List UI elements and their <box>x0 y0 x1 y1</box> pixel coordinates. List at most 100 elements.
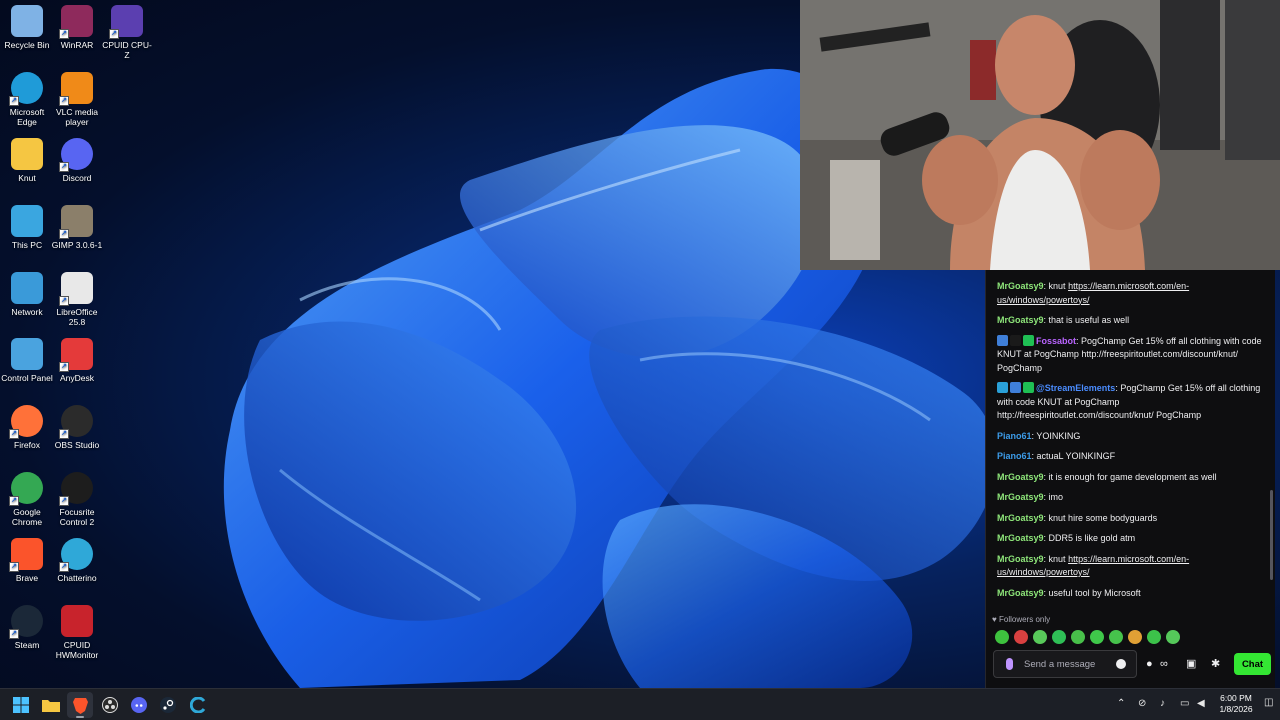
desktop-icon-monitor[interactable]: This PC <box>0 205 54 250</box>
chat-badge-icon[interactable] <box>997 334 1008 346</box>
store-icon[interactable]: ▣ <box>1186 659 1196 670</box>
shortcut-arrow-icon: ↗ <box>59 429 69 439</box>
chat-badge-icon[interactable] <box>1023 334 1034 346</box>
chatterino-icon <box>190 697 206 713</box>
chat-username[interactable]: MrGoatsy9 <box>997 472 1044 482</box>
emote-icon[interactable] <box>1052 630 1066 644</box>
taskbar-start-button[interactable] <box>8 692 34 718</box>
webcam-overlay <box>800 0 1280 270</box>
chat-username[interactable]: MrGoatsy9 <box>997 281 1044 291</box>
taskbar-discord-button[interactable] <box>126 692 152 718</box>
chat-username[interactable]: Piano61 <box>997 431 1032 441</box>
gear-icon[interactable]: ✱ <box>1211 659 1220 670</box>
emote-picker-icon[interactable] <box>1116 659 1126 669</box>
taskbar-brave-button[interactable] <box>67 692 93 718</box>
chat-message: Piano61: YOINKING <box>997 430 1266 444</box>
network-tray-icon[interactable]: ⊘ <box>1138 699 1146 709</box>
desktop-icon-gimp[interactable]: ↗ GIMP 3.0.6-1 <box>50 205 104 250</box>
emote-icon[interactable] <box>1128 630 1142 644</box>
microphone-tray-icon[interactable]: ♪ <box>1160 699 1165 709</box>
chat-send-button[interactable]: Chat <box>1234 653 1271 675</box>
chat-username[interactable]: Fossabot <box>1036 336 1076 346</box>
chat-username[interactable]: MrGoatsy9 <box>997 315 1044 325</box>
taskbar-obs-button[interactable] <box>97 692 123 718</box>
desktop-icon-label: Recycle Bin <box>4 40 50 50</box>
chat-badge-icon[interactable] <box>1010 334 1021 346</box>
desktop-icon-firefox[interactable]: ↗ Firefox <box>0 405 54 450</box>
chat-username[interactable]: @StreamElements <box>1036 383 1115 393</box>
chat-username[interactable]: MrGoatsy9 <box>997 513 1044 523</box>
desktop-icon-chatterino[interactable]: ↗ Chatterino <box>50 538 104 583</box>
monitor-icon <box>11 205 43 237</box>
chat-badge-icon[interactable] <box>1010 382 1021 393</box>
chat-message-input[interactable] <box>1024 656 1116 673</box>
chat-username[interactable]: MrGoatsy9 <box>997 533 1044 543</box>
microphone-icon[interactable] <box>1006 658 1013 670</box>
brave-icon: ↗ <box>9 538 43 572</box>
chat-message-text: useful tool by Microsoft <box>1048 587 1141 598</box>
chat-message-text: DDR5 is like gold atm <box>1048 533 1136 543</box>
emote-icon[interactable] <box>1090 630 1104 644</box>
desktop-icon-cpuz[interactable]: ↗ CPUID CPU-Z <box>100 5 154 60</box>
notification-bell-icon[interactable]: ◫ <box>1264 698 1273 708</box>
heart-icon: ♥ <box>992 615 997 624</box>
chat-username[interactable]: Piano61 <box>997 451 1032 461</box>
chat-scrollbar[interactable] <box>1270 490 1273 580</box>
chat-message: MrGoatsy9: knut hire some bodyguards <box>997 512 1266 526</box>
bits-icon[interactable]: ● <box>1146 659 1153 670</box>
desktop-icon-chrome[interactable]: ↗ Google Chrome <box>0 472 54 527</box>
desktop-icon-brave[interactable]: ↗ Brave <box>0 538 54 583</box>
volume-icon[interactable]: ◀ <box>1197 699 1205 709</box>
desktop-icon-edge[interactable]: ↗ Microsoft Edge <box>0 72 54 127</box>
chat-message-text: it is enough for game development as wel… <box>1048 471 1217 482</box>
firefox-icon: ↗ <box>9 405 43 439</box>
chat-input-box[interactable] <box>993 650 1137 678</box>
emote-icon[interactable] <box>1033 630 1047 644</box>
desktop-icon-focusrite[interactable]: ↗ Focusrite Control 2 <box>50 472 104 527</box>
taskbar-chatterino-button[interactable] <box>185 692 211 718</box>
infinity-icon[interactable]: ∞ <box>1160 659 1168 670</box>
chat-message-list[interactable]: MrGoatsy9: knut https://learn.microsoft.… <box>986 270 1276 610</box>
desktop-icon-label: CPUID CPU-Z <box>102 40 152 60</box>
emote-icon[interactable] <box>1147 630 1161 644</box>
desktop-icon-obs[interactable]: ↗ OBS Studio <box>50 405 104 450</box>
emote-bar <box>995 630 1180 644</box>
vlc-icon: ↗ <box>59 72 93 106</box>
active-indicator <box>76 716 84 718</box>
display-tray-icon[interactable]: ▭ <box>1180 699 1189 709</box>
taskbar-steam-button[interactable] <box>155 692 181 718</box>
chat-badge-icon[interactable] <box>997 382 1008 393</box>
chat-badge-icon[interactable] <box>1023 382 1034 393</box>
desktop-icon-winrar[interactable]: ↗ WinRAR <box>50 5 104 50</box>
desktop-icon-recycle-bin[interactable]: Recycle Bin <box>0 5 54 50</box>
desktop-icon-label: CPUID HWMonitor <box>55 640 99 660</box>
desktop-icon-label: Brave <box>15 573 39 583</box>
followers-only-label: Followers only <box>998 615 1051 624</box>
desktop-icon-vlc[interactable]: ↗ VLC media player <box>50 72 104 127</box>
chat-message: Piano61: actuaL YOINKINGF <box>997 450 1266 464</box>
desktop-icon-network[interactable]: Network <box>0 272 54 317</box>
chevron-up-icon[interactable]: ⌃ <box>1117 699 1125 709</box>
emote-icon[interactable] <box>1014 630 1028 644</box>
chat-username[interactable]: MrGoatsy9 <box>997 588 1044 598</box>
emote-icon[interactable] <box>1109 630 1123 644</box>
desktop-icon-anydesk[interactable]: ↗ AnyDesk <box>50 338 104 383</box>
desktop-icon-folder[interactable]: Knut <box>0 138 54 183</box>
emote-icon[interactable] <box>995 630 1009 644</box>
chat-message: MrGoatsy9: imo <box>997 491 1266 505</box>
desktop-icon-control-panel[interactable]: Control Panel <box>0 338 54 383</box>
emote-icon[interactable] <box>1071 630 1085 644</box>
taskbar-file-explorer-button[interactable] <box>38 692 64 718</box>
chat-username[interactable]: MrGoatsy9 <box>997 554 1044 564</box>
desktop-icon-label: OBS Studio <box>54 440 100 450</box>
desktop-icon-steam[interactable]: ↗ Steam <box>0 605 54 650</box>
obs-icon: ↗ <box>59 405 93 439</box>
shortcut-arrow-icon: ↗ <box>9 496 19 506</box>
system-clock[interactable]: 6:00 PM 1/8/2026 <box>1212 693 1260 715</box>
anydesk-icon: ↗ <box>59 338 93 372</box>
chat-username[interactable]: MrGoatsy9 <box>997 492 1044 502</box>
desktop-icon-discord[interactable]: ↗ Discord <box>50 138 104 183</box>
desktop-icon-hwmonitor[interactable]: CPUID HWMonitor <box>50 605 104 660</box>
desktop-icon-libreoffice[interactable]: ↗ LibreOffice 25.8 <box>50 272 104 327</box>
emote-icon[interactable] <box>1166 630 1180 644</box>
